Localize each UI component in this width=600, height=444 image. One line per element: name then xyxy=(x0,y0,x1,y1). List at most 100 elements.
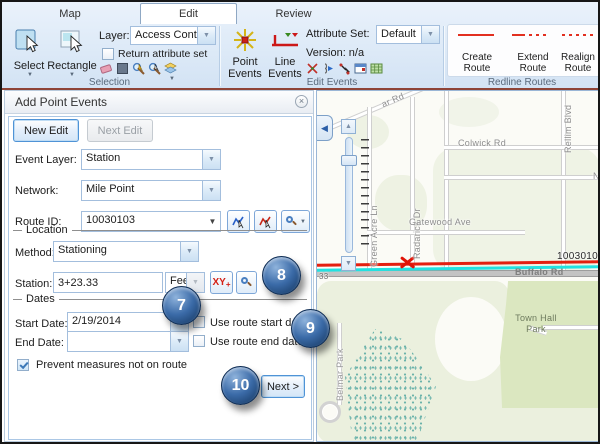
station-label: Station: xyxy=(15,278,52,290)
selection-group-label: Selection xyxy=(2,76,217,88)
map-canvas[interactable]: ar Rd Colwick Rd Rellim Blvd Radarick Dr… xyxy=(316,90,600,442)
zoom-slider-ticks xyxy=(361,139,369,251)
zoom-out-button[interactable]: ▼ xyxy=(341,256,356,271)
zoom-down-icon: ▼ xyxy=(345,260,352,267)
xy-icon: XY xyxy=(212,278,225,288)
pan-to-selection-icon[interactable] xyxy=(148,62,161,75)
create-route-icon xyxy=(458,34,494,36)
zoom-in-button[interactable]: ▲ xyxy=(341,119,356,134)
select-tool-button[interactable] xyxy=(12,27,44,59)
layer-dropdown-value: Access Control xyxy=(131,27,197,44)
roundabout xyxy=(319,401,341,423)
method-label: Method: xyxy=(15,247,55,259)
road-label: Gatewood Ave xyxy=(409,217,471,227)
tab-review-label: Review xyxy=(275,8,311,20)
point-events-button[interactable] xyxy=(232,27,258,53)
land-polygon xyxy=(435,297,507,381)
use-route-end-date-label: Use route end date xyxy=(210,336,304,348)
create-route-button[interactable]: Create Route xyxy=(448,52,506,74)
line-events-button[interactable] xyxy=(270,30,300,52)
rectangle-tool-button[interactable] xyxy=(56,27,88,59)
tab-review[interactable]: Review xyxy=(247,4,340,23)
panel-close-button[interactable]: × xyxy=(295,95,308,108)
town-hall-park-polygon xyxy=(500,281,600,408)
road-vertical xyxy=(444,91,449,272)
location-legend: Location xyxy=(26,224,68,236)
event-layer-dropdown[interactable]: Station ▼ xyxy=(81,149,221,170)
version-label: Version: n/a xyxy=(306,47,364,59)
use-route-end-date-checkbox[interactable] xyxy=(193,335,205,347)
road-label: Rellim Blvd xyxy=(563,105,573,153)
return-attribute-checkbox[interactable] xyxy=(102,48,114,60)
xy-coordinates-button[interactable]: XY+ xyxy=(210,271,233,294)
start-date-label: Start Date: xyxy=(15,318,68,330)
select-layers-icon[interactable] xyxy=(164,62,177,75)
merge-event-icon[interactable] xyxy=(322,62,335,75)
tab-edit[interactable]: Edit xyxy=(140,3,237,24)
road-label-partial: N xyxy=(593,171,600,181)
point-events-icon xyxy=(232,27,258,53)
event-table-icon[interactable] xyxy=(370,62,383,75)
prevent-measures-checkbox[interactable] xyxy=(17,359,29,371)
method-caret-icon: ▼ xyxy=(180,242,198,261)
station-search-button[interactable] xyxy=(236,271,257,294)
start-date-value: 2/19/2014 xyxy=(68,313,170,332)
callout-badge-8: 8 xyxy=(262,256,301,295)
zoom-slider-handle[interactable] xyxy=(341,155,357,166)
prevent-measures-label: Prevent measures not on route xyxy=(36,359,187,371)
next-edit-button[interactable]: Next Edit xyxy=(87,119,153,142)
xy-plus-icon: + xyxy=(226,281,231,289)
network-label: Network: xyxy=(15,185,58,197)
road-label: Buffalo Rd xyxy=(515,267,564,277)
road-label: Green Acre Ln xyxy=(369,205,379,267)
realign-route-button[interactable]: Realign Route xyxy=(557,52,599,74)
event-layer-caret-icon: ▼ xyxy=(202,150,220,169)
redline-routes-group-label: Redline Routes xyxy=(442,76,600,88)
return-attribute-label: Return attribute set xyxy=(118,48,207,60)
end-date-caret-icon: ▼ xyxy=(170,332,188,351)
method-value: Stationing xyxy=(54,242,180,261)
selection-square-icon[interactable] xyxy=(116,62,129,75)
end-date-value xyxy=(68,332,170,351)
snap-event-icon[interactable] xyxy=(338,62,351,75)
tab-map[interactable]: Map xyxy=(24,4,116,23)
network-dropdown[interactable]: Mile Point ▼ xyxy=(81,180,221,201)
town-hall-park-label: Town Hall Park xyxy=(513,313,559,335)
select-tool-icon xyxy=(12,27,44,57)
end-date-label: End Date: xyxy=(15,337,64,349)
clear-selection-eraser-icon[interactable] xyxy=(100,62,113,75)
edit-events-group-label: Edit Events xyxy=(222,76,442,88)
line-events-icon xyxy=(270,30,300,52)
next-button[interactable]: Next > xyxy=(261,375,305,398)
layer-dropdown-caret-icon: ▼ xyxy=(197,27,215,44)
station-input[interactable]: 3+23.33 xyxy=(53,272,163,293)
callout-badge-10: 10 xyxy=(221,366,260,405)
layer-label: Layer: xyxy=(99,30,130,42)
attribute-set-label: Attribute Set: xyxy=(306,28,370,40)
event-window-icon[interactable] xyxy=(354,62,367,75)
extend-route-button[interactable]: Extend Route xyxy=(506,52,560,74)
end-date-picker[interactable]: ▼ xyxy=(67,331,189,352)
zoom-up-icon: ▲ xyxy=(345,123,352,130)
route-number-label: 10030103 xyxy=(557,251,600,262)
callout-badge-7: 7 xyxy=(162,286,201,325)
road-label: Radarick Dr xyxy=(412,208,422,259)
belmar-park-label: Belmar Park xyxy=(335,348,345,401)
realign-route-icon xyxy=(562,34,594,36)
new-edit-button[interactable]: New Edit xyxy=(13,119,79,142)
panel-collapse-tab[interactable]: ◀ xyxy=(317,115,333,141)
panel-title: Add Point Events xyxy=(15,95,107,109)
zoom-to-selection-icon[interactable] xyxy=(132,62,145,75)
close-icon: × xyxy=(299,97,304,106)
network-value: Mile Point xyxy=(82,181,202,200)
rectangle-tool-icon xyxy=(56,27,88,57)
road-gatewood-ave xyxy=(367,230,525,235)
split-event-icon[interactable] xyxy=(306,62,319,75)
method-dropdown[interactable]: Stationing ▼ xyxy=(53,241,199,262)
dates-legend: Dates xyxy=(26,293,55,305)
attribute-set-dropdown[interactable]: Default ▼ xyxy=(376,25,440,44)
layer-dropdown[interactable]: Access Control ▼ xyxy=(130,26,216,45)
callout-badge-9: 9 xyxy=(291,309,330,348)
event-layer-value: Station xyxy=(82,150,202,169)
attribute-set-caret-icon: ▼ xyxy=(421,26,439,43)
